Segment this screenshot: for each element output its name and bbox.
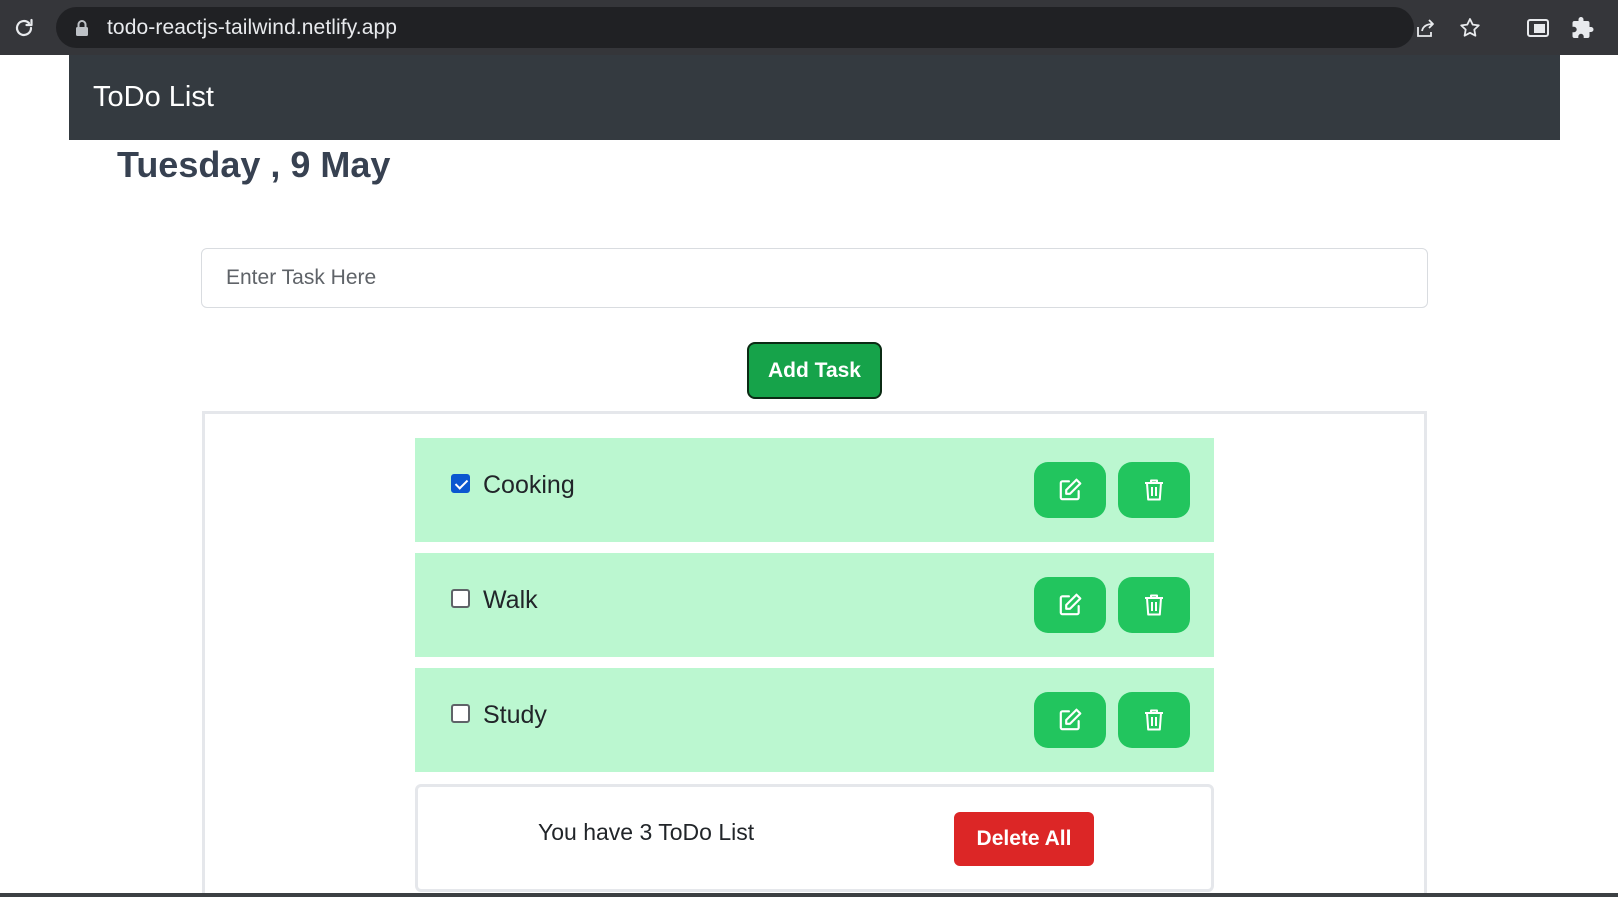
navbar-brand[interactable]: ToDo List <box>93 81 214 114</box>
bookmark-star-icon[interactable] <box>1455 13 1485 43</box>
todo-item: Study <box>415 668 1214 772</box>
browser-toolbar: todo-reactjs-tailwind.netlify.app <box>0 0 1618 55</box>
trash-icon <box>1145 594 1163 616</box>
todo-count-text: You have 3 ToDo List <box>538 819 755 845</box>
edit-button[interactable] <box>1034 462 1106 518</box>
todo-checkbox[interactable] <box>451 589 470 608</box>
delete-button[interactable] <box>1118 692 1190 748</box>
share-icon[interactable] <box>1410 13 1440 43</box>
edit-icon <box>1059 593 1082 616</box>
trash-icon <box>1145 479 1163 501</box>
delete-button[interactable] <box>1118 462 1190 518</box>
edit-button[interactable] <box>1034 577 1106 633</box>
lock-icon <box>74 19 90 37</box>
picture-in-picture-icon[interactable] <box>1522 12 1554 44</box>
todo-label: Cooking <box>483 471 575 499</box>
delete-all-button[interactable]: Delete All <box>954 812 1094 866</box>
edit-button[interactable] <box>1034 692 1106 748</box>
task-input[interactable] <box>201 248 1428 308</box>
todo-item: Cooking <box>415 438 1214 542</box>
reload-icon[interactable] <box>8 12 40 44</box>
address-bar[interactable]: todo-reactjs-tailwind.netlify.app <box>56 7 1480 48</box>
navbar: ToDo List <box>69 55 1560 140</box>
url-text[interactable]: todo-reactjs-tailwind.netlify.app <box>107 16 397 40</box>
trash-icon <box>1145 709 1163 731</box>
delete-button[interactable] <box>1118 577 1190 633</box>
date-heading: Tuesday , 9 May <box>117 144 391 185</box>
todo-checkbox[interactable] <box>451 474 470 493</box>
todo-item: Walk <box>415 553 1214 657</box>
todo-label: Study <box>483 701 547 729</box>
todo-summary: You have 3 ToDo List Delete All <box>415 784 1214 892</box>
add-task-button[interactable]: Add Task <box>747 342 882 399</box>
edit-icon <box>1059 708 1082 731</box>
todo-checkbox[interactable] <box>451 704 470 723</box>
todo-label: Walk <box>483 586 538 614</box>
status-bar <box>0 893 1618 897</box>
extensions-icon[interactable] <box>1567 12 1599 44</box>
edit-icon <box>1059 478 1082 501</box>
